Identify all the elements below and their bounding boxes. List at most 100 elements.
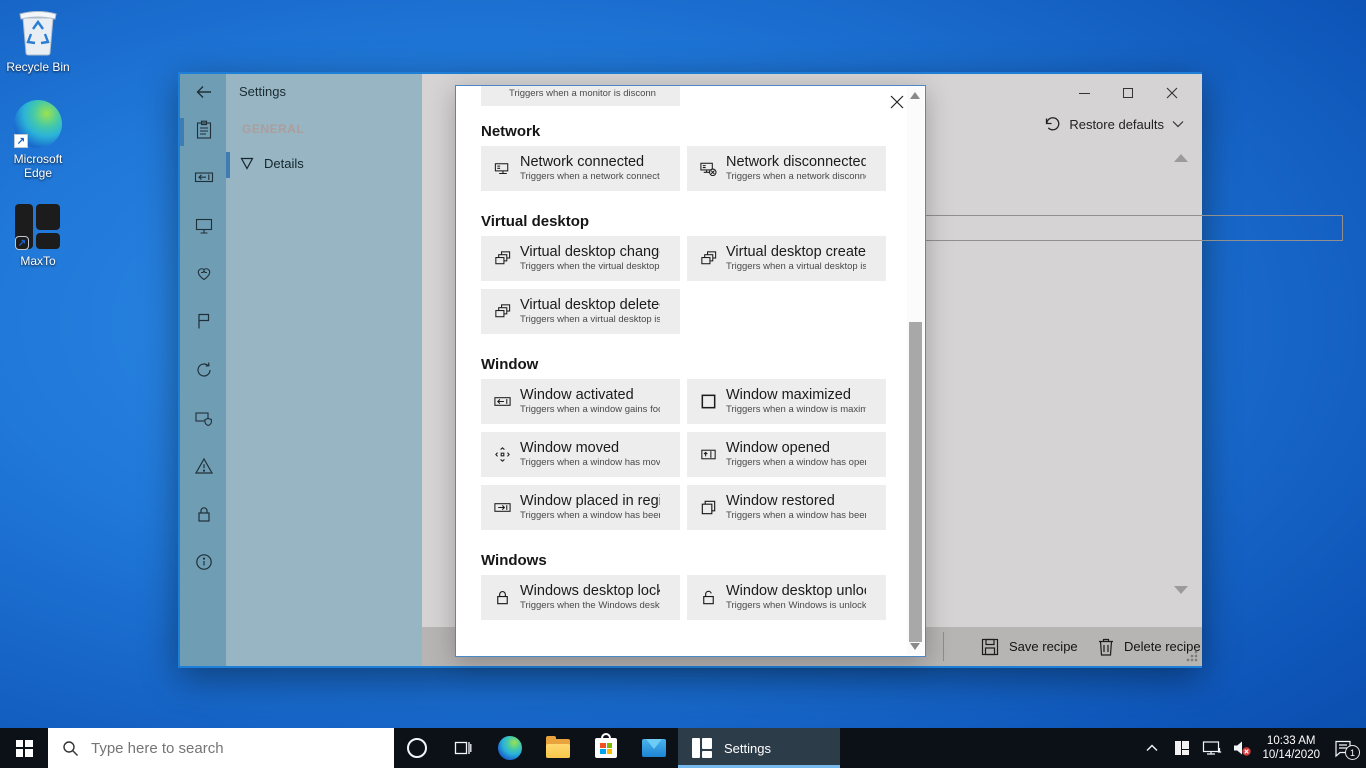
rail-item-recipes[interactable] xyxy=(194,120,214,140)
save-icon xyxy=(980,637,1000,657)
scroll-down-arrow[interactable] xyxy=(1174,586,1188,594)
recycle-bin-icon xyxy=(15,6,61,56)
section-header-virtual-desktop: Virtual desktop xyxy=(481,213,906,230)
window-title: Settings xyxy=(239,84,286,99)
desktop-icon-microsoft-edge[interactable]: ↗ Microsoft Edge xyxy=(0,100,76,180)
trash-icon xyxy=(1097,637,1115,657)
virtual-desktop-icon xyxy=(493,302,512,321)
tile-subtitle: Triggers when a network connects xyxy=(520,171,660,183)
save-recipe-label: Save recipe xyxy=(1009,639,1078,654)
restore-defaults-label: Restore defaults xyxy=(1069,117,1164,132)
tile-subtitle: Triggers when a network disconnec xyxy=(726,171,866,183)
tile-window-opened[interactable]: Window opened Triggers when a window has… xyxy=(687,432,886,477)
action-center-button[interactable]: 1 xyxy=(1330,738,1356,758)
window-moved-icon xyxy=(493,445,512,464)
network-connected-icon xyxy=(493,159,512,178)
notification-badge: 1 xyxy=(1345,745,1360,760)
search-icon xyxy=(62,740,79,757)
maxto-icon: ↗ xyxy=(15,204,61,250)
desktop: Recycle Bin ↗ Microsoft Edge ↗ MaxTo xyxy=(0,0,1366,768)
tray-chevron-up-icon[interactable] xyxy=(1142,738,1162,758)
tile-window-maximized[interactable]: Window maximized Triggers when a window … xyxy=(687,379,886,424)
tile-network-disconnected[interactable]: Network disconnected Triggers when a net… xyxy=(687,146,886,191)
nav-item-details[interactable]: Details xyxy=(226,150,422,180)
scroll-up-arrow[interactable] xyxy=(1174,154,1188,162)
rail-item-inputs[interactable] xyxy=(194,167,214,187)
maximize-button[interactable] xyxy=(1106,82,1150,104)
tile-grid: Virtual desktop changed Triggers when th… xyxy=(481,236,906,334)
rail-item-license[interactable] xyxy=(194,504,214,524)
tile-window-moved[interactable]: Window moved Triggers when a window has … xyxy=(481,432,680,477)
rail-item-updates[interactable] xyxy=(194,360,214,380)
cortana-button[interactable] xyxy=(394,728,440,768)
tile-window-desktop-unlocked[interactable]: Window desktop unlocked Triggers when Wi… xyxy=(687,575,886,620)
network-disconnected-icon xyxy=(699,159,718,178)
active-app-label: Settings xyxy=(724,741,771,756)
minimize-button[interactable] xyxy=(1062,82,1106,104)
rail-item-flags[interactable] xyxy=(194,311,214,331)
mail-icon xyxy=(642,739,666,757)
window-opened-icon xyxy=(699,445,718,464)
tray-maxto-icon[interactable] xyxy=(1172,738,1192,758)
clock-date: 10/14/2020 xyxy=(1262,748,1320,762)
lock-closed-icon xyxy=(493,588,512,607)
trigger-list: Network Network connected Triggers when … xyxy=(456,86,906,620)
tile-subtitle: Triggers when a window has been xyxy=(520,510,660,522)
system-tray: 10:33 AM 10/14/2020 1 xyxy=(1142,728,1366,768)
tile-subtitle: Triggers when a window has been xyxy=(726,510,866,522)
tile-virtual-desktop-created[interactable]: Virtual desktop created Triggers when a … xyxy=(687,236,886,281)
tray-network-icon[interactable] xyxy=(1202,738,1222,758)
start-button[interactable] xyxy=(0,728,48,768)
taskbar-explorer-button[interactable] xyxy=(534,728,582,768)
nav-section-header: GENERAL xyxy=(242,122,304,136)
desktop-icon-recycle-bin[interactable]: Recycle Bin xyxy=(0,6,76,74)
chevron-down-icon xyxy=(1172,120,1184,128)
scrollbar-thumb[interactable] xyxy=(909,322,922,642)
window-placed-icon xyxy=(493,498,512,517)
task-view-button[interactable] xyxy=(440,728,486,768)
search-input[interactable] xyxy=(91,740,341,757)
tile-title: Window desktop unlocked xyxy=(726,583,866,600)
taskbar-mail-button[interactable] xyxy=(630,728,678,768)
rail-item-about[interactable] xyxy=(194,552,214,572)
close-button[interactable] xyxy=(1150,82,1194,104)
task-view-icon xyxy=(453,738,473,758)
taskbar-search[interactable] xyxy=(48,728,394,768)
back-button[interactable] xyxy=(194,82,214,102)
rail-item-window-rules[interactable] xyxy=(194,408,214,428)
selected-rail-indicator xyxy=(180,118,184,146)
rail-item-health[interactable] xyxy=(194,263,214,283)
tile-network-connected[interactable]: Network connected Triggers when a networ… xyxy=(481,146,680,191)
microsoft-store-icon xyxy=(595,738,617,758)
dialog-scrollbar[interactable] xyxy=(907,87,924,655)
tile-title: Virtual desktop deleted xyxy=(520,297,660,314)
tile-subtitle: Triggers when a window has moved xyxy=(520,457,660,469)
tile-virtual-desktop-changed[interactable]: Virtual desktop changed Triggers when th… xyxy=(481,236,680,281)
cortana-icon xyxy=(407,738,427,758)
scroll-down-arrow[interactable] xyxy=(910,643,920,650)
rail-item-warnings[interactable] xyxy=(194,456,214,476)
scroll-up-arrow[interactable] xyxy=(910,92,920,99)
taskbar-active-app-settings[interactable]: Settings xyxy=(678,728,840,768)
tile-title: Window restored xyxy=(726,493,866,510)
resize-grip[interactable] xyxy=(1186,650,1198,662)
tile-window-activated[interactable]: Window activated Triggers when a window … xyxy=(481,379,680,424)
tile-title: Virtual desktop created xyxy=(726,244,866,261)
taskbar-edge-button[interactable] xyxy=(486,728,534,768)
tile-windows-desktop-locked[interactable]: Windows desktop locked Triggers when the… xyxy=(481,575,680,620)
edge-icon xyxy=(498,736,522,760)
tile-window-placed-in-region[interactable]: Window placed in region Triggers when a … xyxy=(481,485,680,530)
windows-logo-icon xyxy=(16,740,33,757)
tray-volume-muted-icon[interactable] xyxy=(1232,738,1252,758)
tile-window-restored[interactable]: Window restored Triggers when a window h… xyxy=(687,485,886,530)
save-recipe-button[interactable]: Save recipe xyxy=(980,627,1078,666)
maxto-icon xyxy=(692,738,712,758)
tile-subtitle: Triggers when a window gains focu xyxy=(520,404,660,416)
tile-virtual-desktop-deleted[interactable]: Virtual desktop deleted Triggers when a … xyxy=(481,289,680,334)
rail-item-monitors[interactable] xyxy=(194,216,214,236)
taskbar-clock[interactable]: 10:33 AM 10/14/2020 xyxy=(1262,734,1320,762)
restore-defaults-button[interactable]: Restore defaults xyxy=(1041,114,1184,134)
desktop-icon-maxto[interactable]: ↗ MaxTo xyxy=(0,204,76,268)
tile-grid: Network connected Triggers when a networ… xyxy=(481,146,906,191)
taskbar-store-button[interactable] xyxy=(582,728,630,768)
